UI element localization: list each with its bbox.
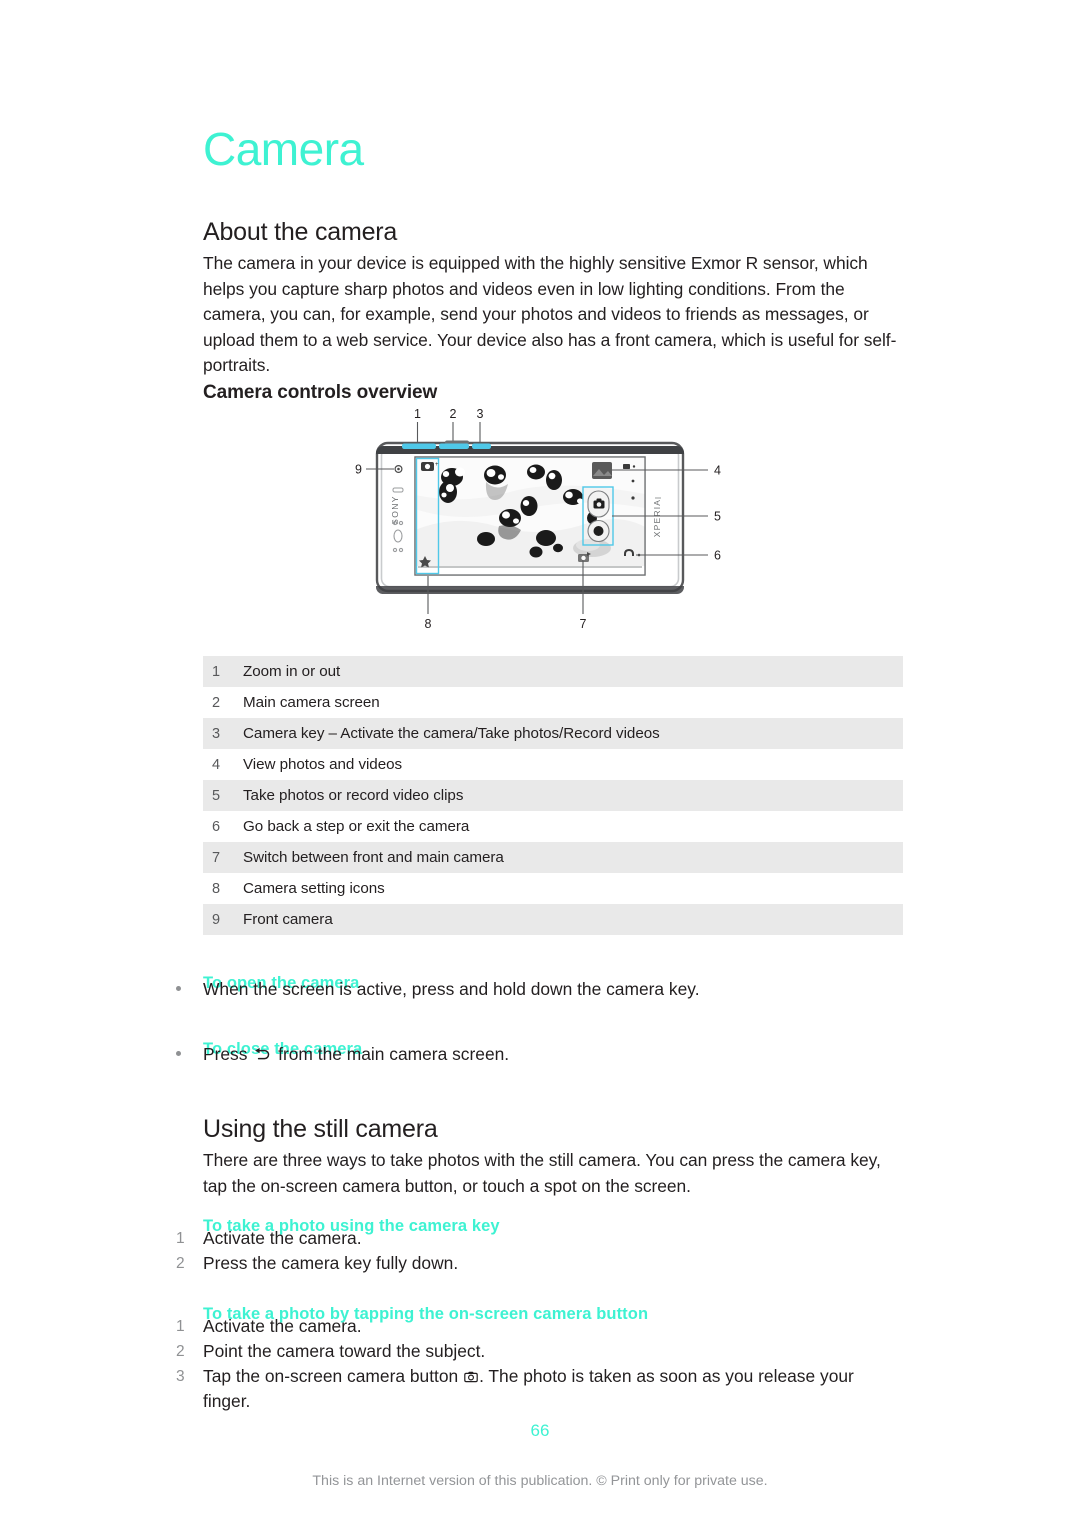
table-row: 5 Take photos or record video clips xyxy=(203,780,903,811)
text-before-icon: Tap the on-screen camera button xyxy=(203,1366,459,1386)
heading-about-the-camera: About the camera xyxy=(203,217,398,246)
camera-key xyxy=(472,443,491,449)
table-row-number: 1 xyxy=(212,664,221,680)
text-before-icon: Press xyxy=(203,1044,248,1064)
list-item-text: Press the camera key fully down. xyxy=(203,1253,459,1273)
list-item-text: Tap the on-screen camera button . The ph… xyxy=(203,1364,876,1415)
list-item-number: 3 xyxy=(176,1368,185,1385)
table-row-text: Main camera screen xyxy=(243,694,380,711)
paragraph-about-the-camera: The camera in your device is equipped wi… xyxy=(203,253,897,376)
back-arrow-icon xyxy=(254,1044,271,1060)
callout-label-2: 2 xyxy=(450,407,457,421)
sony-logo: SONY xyxy=(390,495,400,525)
list-item-number: 2 xyxy=(176,1343,185,1360)
callout-label-8: 8 xyxy=(425,617,432,631)
footer-note: This is an Internet version of this publ… xyxy=(312,1473,768,1489)
page-number: 66 xyxy=(530,1421,550,1440)
table-row-text: View photos and videos xyxy=(243,756,403,773)
table-row-text: Front camera xyxy=(243,911,333,928)
list-item: 1 Activate the camera. xyxy=(176,1226,906,1251)
callout-label-9: 9 xyxy=(355,463,362,477)
volume-key xyxy=(402,443,436,449)
xperia-logo: XPERIA xyxy=(652,499,662,537)
bullet-dot-icon xyxy=(176,1051,181,1056)
list-item: 2 Press the camera key fully down. xyxy=(176,1251,906,1276)
table-row-number: 7 xyxy=(212,850,221,866)
table-row: 3 Camera key – Activate the camera/Take … xyxy=(203,718,903,749)
table-row-text: Switch between front and main camera xyxy=(243,849,504,866)
table-row: 1 Zoom in or out xyxy=(203,656,903,687)
camera-controls-table: 1 Zoom in or out 2 Main camera screen 3 … xyxy=(203,656,903,935)
table-row: 4 View photos and videos xyxy=(203,749,903,780)
list-item-text: Point the camera toward the subject. xyxy=(203,1341,486,1361)
list-item: 2 Point the camera toward the subject. xyxy=(176,1339,906,1364)
zoom-key xyxy=(439,443,469,449)
chapter-title: Camera xyxy=(203,122,364,175)
callout-label-1: 1 xyxy=(414,407,421,421)
table-row: 9 Front camera xyxy=(203,904,903,935)
table-row: 7 Switch between front and main camera xyxy=(203,842,903,873)
text-after-icon: from the main camera screen. xyxy=(278,1044,510,1064)
camera-controls-diagram: 1 2 3 + SONY XPERIA 4 5 6 9 8 7 xyxy=(340,400,760,650)
svg-text:+: + xyxy=(435,462,439,468)
table-row-number: 4 xyxy=(212,757,221,773)
table-row-text: Camera key – Activate the camera/Take ph… xyxy=(243,725,660,742)
list-item: Press from the main camera screen. xyxy=(176,1042,906,1067)
table-row: 8 Camera setting icons xyxy=(203,873,903,904)
table-row-text: Go back a step or exit the camera xyxy=(243,818,470,835)
list-item-number: 2 xyxy=(176,1255,185,1272)
table-row-number: 6 xyxy=(212,819,221,835)
heading-using-the-still-camera: Using the still camera xyxy=(203,1114,438,1143)
document-page: Camera About the camera The camera in yo… xyxy=(0,0,1080,1527)
table-row-text: Take photos or record video clips xyxy=(243,787,464,804)
camera-button-icon xyxy=(464,1365,478,1383)
list-item-text: Activate the camera. xyxy=(203,1228,362,1248)
table-row: 2 Main camera screen xyxy=(203,687,903,718)
table-row-number: 9 xyxy=(212,912,221,928)
callout-label-7: 7 xyxy=(580,617,587,631)
callout-label-3: 3 xyxy=(477,407,484,421)
list-item-number: 1 xyxy=(176,1230,185,1247)
callout-label-6: 6 xyxy=(714,549,721,563)
list-item-text: When the screen is active, press and hol… xyxy=(203,979,700,999)
table-row-number: 2 xyxy=(212,695,221,711)
callout-label-5: 5 xyxy=(714,510,721,524)
list-item-number: 1 xyxy=(176,1318,185,1335)
bullet-dot-icon xyxy=(176,986,181,991)
table-row: 6 Go back a step or exit the camera xyxy=(203,811,903,842)
list-item-text: Press from the main camera screen. xyxy=(203,1042,906,1067)
table-row-number: 5 xyxy=(212,788,221,804)
callout-label-4: 4 xyxy=(714,464,721,478)
table-row-number: 3 xyxy=(212,726,221,742)
list-item: When the screen is active, press and hol… xyxy=(176,977,906,1002)
table-row-text: Zoom in or out xyxy=(243,663,341,680)
list-item-text: Activate the camera. xyxy=(203,1316,362,1336)
paragraph-using-the-still-camera: There are three ways to take photos with… xyxy=(203,1150,881,1196)
table-row-text: Camera setting icons xyxy=(243,880,385,897)
list-item: 1 Activate the camera. xyxy=(176,1314,906,1339)
table-row-number: 8 xyxy=(212,881,221,897)
list-item: 3 Tap the on-screen camera button . The … xyxy=(176,1364,876,1415)
